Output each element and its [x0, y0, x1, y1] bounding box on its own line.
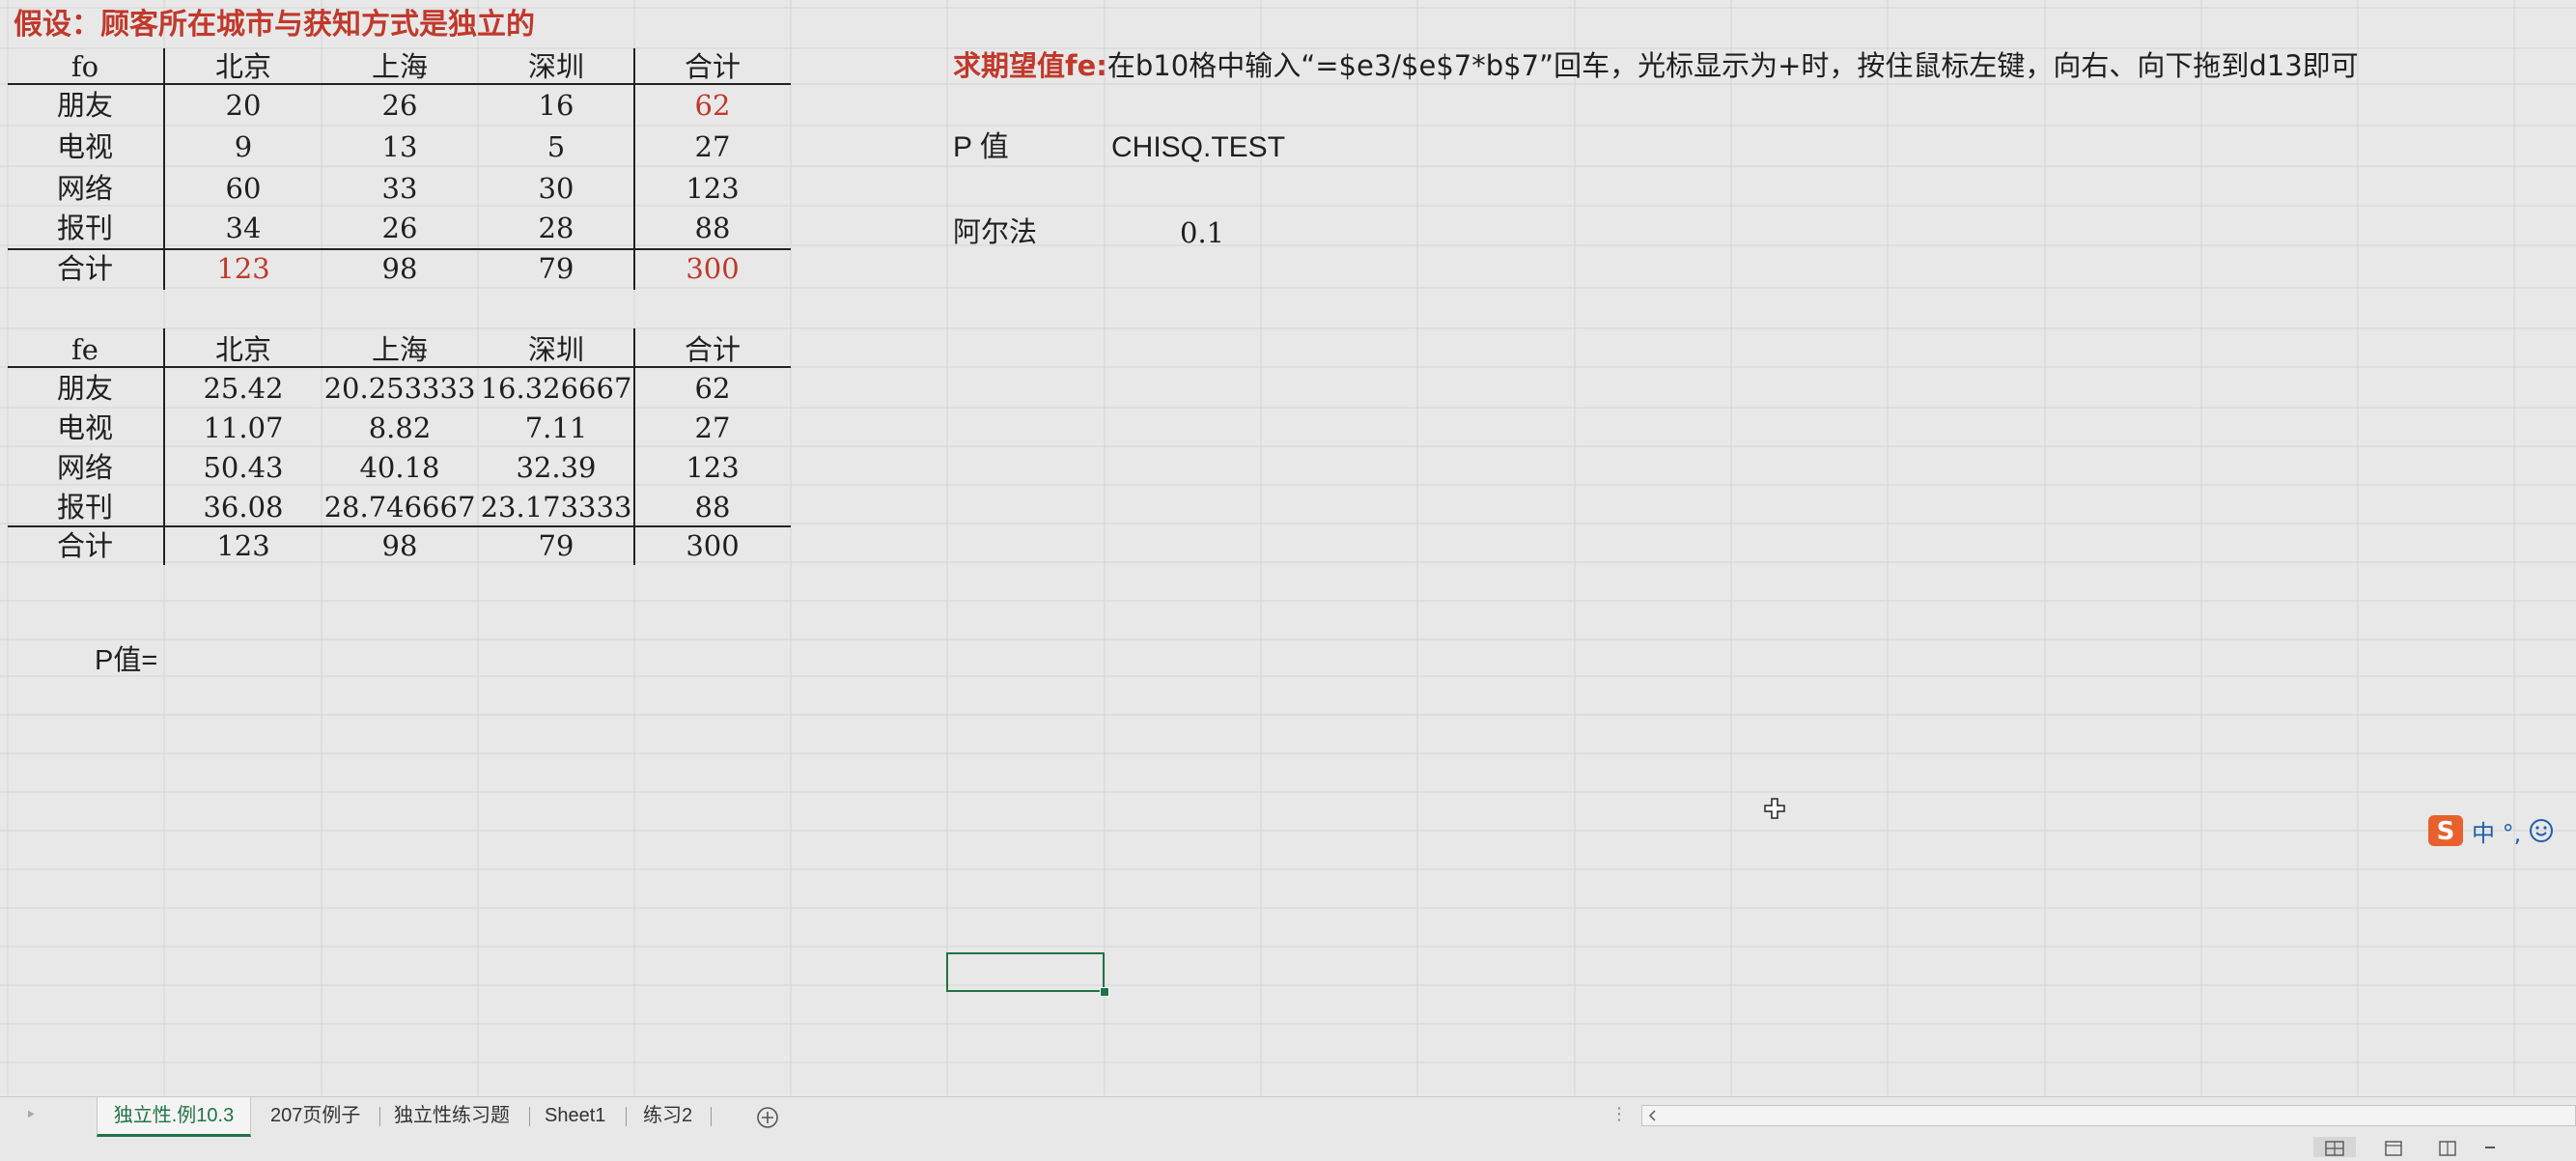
fe-cell-r0-c2: 20.253333 — [323, 372, 476, 405]
p-value-row-label: P 值 — [953, 131, 1009, 163]
dots-separator-icon: ⋮ — [1610, 1104, 1628, 1124]
tab-sheet-5[interactable]: 练习2 — [643, 1097, 711, 1134]
fo-cell-r4-c2: 98 — [381, 252, 418, 285]
selected-cell[interactable] — [946, 952, 1105, 992]
fo-header-3: 深圳 — [527, 50, 585, 83]
chisq-test-text: CHISQ.TEST — [1111, 131, 1286, 163]
smiley-icon — [2530, 819, 2554, 842]
fe-cell-r4-c0: 合计 — [56, 529, 114, 562]
fo-cell-r1-c3: 5 — [546, 130, 566, 163]
tab-sheet-1[interactable]: 独立性.例10.3 — [97, 1097, 251, 1137]
fo-cell-r3-c1: 34 — [225, 212, 262, 244]
fo-cell-r4-c4: 300 — [686, 252, 740, 285]
fo-cell-r0-c0: 朋友 — [56, 89, 114, 122]
svg-text:S: S — [2437, 817, 2455, 846]
fo-cell-r4-c3: 79 — [538, 252, 574, 285]
fo-cell-r2-c2: 33 — [381, 172, 418, 205]
instruction-heading: 求期望值fe: — [953, 49, 1107, 82]
fo-cell-r0-c4: 62 — [694, 89, 731, 122]
fe-header-3: 深圳 — [527, 333, 585, 366]
plus-circle-icon[interactable] — [755, 1105, 780, 1130]
alpha-value: 0.1 — [1180, 216, 1225, 249]
tab-sheet-4[interactable]: Sheet1 — [545, 1097, 622, 1134]
fe-cell-r0-c3: 16.326667 — [480, 372, 632, 405]
fe-cell-r0-c0: 朋友 — [56, 372, 114, 405]
fo-cell-r0-c1: 20 — [225, 89, 262, 122]
tab-sheet-2[interactable]: 207页例子 — [270, 1097, 377, 1134]
page-break-view-icon[interactable] — [2435, 1137, 2460, 1157]
horizontal-scrollbar[interactable] — [1641, 1105, 2576, 1126]
fo-cell-r0-c3: 16 — [538, 89, 574, 122]
fe-header-2: 上海 — [371, 333, 429, 366]
tab-scroll-left-icon[interactable]: ‣ — [25, 1097, 48, 1134]
fo-cell-r1-c1: 9 — [234, 130, 253, 163]
p-value-label: P值= — [95, 645, 158, 676]
move-cursor-icon — [1764, 798, 1785, 819]
fo-cell-r1-c4: 27 — [694, 130, 731, 163]
fo-cell-r2-c0: 网络 — [56, 172, 114, 205]
hypothesis-title: 假设：顾客所在城市与获知方式是独立的 — [14, 8, 535, 42]
ime-mode-text: 中 °, — [2472, 819, 2522, 847]
fe-cell-r4-c4: 300 — [686, 529, 740, 562]
fe-cell-r3-c1: 36.08 — [203, 491, 284, 524]
alpha-label: 阿尔法 — [953, 215, 1038, 248]
fe-cell-r1-c3: 7.11 — [524, 411, 588, 444]
page-layout-view-icon[interactable] — [2381, 1137, 2406, 1157]
fe-cell-r4-c3: 79 — [538, 529, 574, 562]
fe-cell-r4-c1: 123 — [216, 529, 270, 562]
fo-cell-r3-c0: 报刊 — [56, 212, 114, 244]
fe-header-0: fe — [71, 333, 98, 366]
fo-cell-r3-c4: 88 — [694, 212, 731, 244]
fe-cell-r2-c0: 网络 — [56, 451, 114, 484]
normal-view-icon[interactable] — [2313, 1137, 2356, 1157]
fe-cell-r2-c2: 40.18 — [359, 451, 440, 484]
instruction-text: 在b10格中输入“=$e3/$e$7*b$7”回车，光标显示为+时，按住鼠标左键… — [1106, 49, 2359, 82]
fe-cell-r1-c1: 11.07 — [203, 411, 284, 444]
status-bar — [0, 1137, 2576, 1157]
fo-cell-r0-c2: 26 — [381, 89, 418, 122]
fe-cell-r3-c4: 88 — [694, 491, 731, 524]
tab-sheet-3[interactable]: 独立性练习题 — [394, 1097, 519, 1134]
zoom-out-icon[interactable] — [2485, 1147, 2495, 1148]
fo-cell-r3-c2: 26 — [381, 212, 418, 244]
fo-header-0: fo — [70, 50, 99, 83]
fe-cell-r2-c4: 123 — [686, 451, 740, 484]
scroll-left-arrow-icon[interactable] — [1646, 1109, 1660, 1122]
fe-cell-r1-c2: 8.82 — [368, 411, 432, 444]
fill-handle[interactable] — [1100, 987, 1109, 997]
fe-cell-r0-c4: 62 — [694, 372, 731, 405]
fe-cell-r2-c1: 50.43 — [203, 451, 284, 484]
fo-cell-r1-c0: 电视 — [56, 130, 114, 163]
fe-cell-r3-c2: 28.746667 — [323, 491, 476, 524]
fe-cell-r3-c3: 23.173333 — [480, 491, 632, 524]
fe-cell-r0-c1: 25.42 — [203, 372, 284, 405]
fe-cell-r2-c3: 32.39 — [516, 451, 597, 484]
fo-cell-r2-c3: 30 — [538, 172, 574, 205]
fo-cell-r4-c0: 合计 — [56, 252, 114, 285]
fo-cell-r2-c4: 123 — [686, 172, 740, 205]
fe-header-1: 北京 — [214, 333, 272, 366]
fe-cell-r1-c4: 27 — [694, 411, 731, 444]
fo-cell-r4-c1: 123 — [216, 252, 270, 285]
expected-value-instruction: 求期望值fe:在b10格中输入“=$e3/$e$7*b$7”回车，光标显示为+时… — [953, 52, 2359, 80]
sheet-tab-bar: ‣ 独立性.例10.3 207页例子 独立性练习题 Sheet1 练习2 ⋮ — [0, 1096, 2576, 1138]
sogou-ime-icon: S — [2428, 815, 2463, 846]
fo-header-1: 北京 — [214, 50, 272, 83]
ime-toolbar[interactable]: S 中 °, — [2427, 813, 2554, 848]
fe-header-4: 合计 — [684, 333, 742, 366]
fo-cell-r1-c2: 13 — [381, 130, 418, 163]
fo-cell-r2-c1: 60 — [225, 172, 262, 205]
fe-cell-r1-c0: 电视 — [56, 411, 114, 444]
fo-cell-r3-c3: 28 — [538, 212, 574, 244]
fo-header-2: 上海 — [371, 50, 429, 83]
fe-cell-r4-c2: 98 — [381, 529, 418, 562]
fe-cell-r3-c0: 报刊 — [56, 491, 114, 524]
fo-header-4: 合计 — [684, 50, 742, 83]
